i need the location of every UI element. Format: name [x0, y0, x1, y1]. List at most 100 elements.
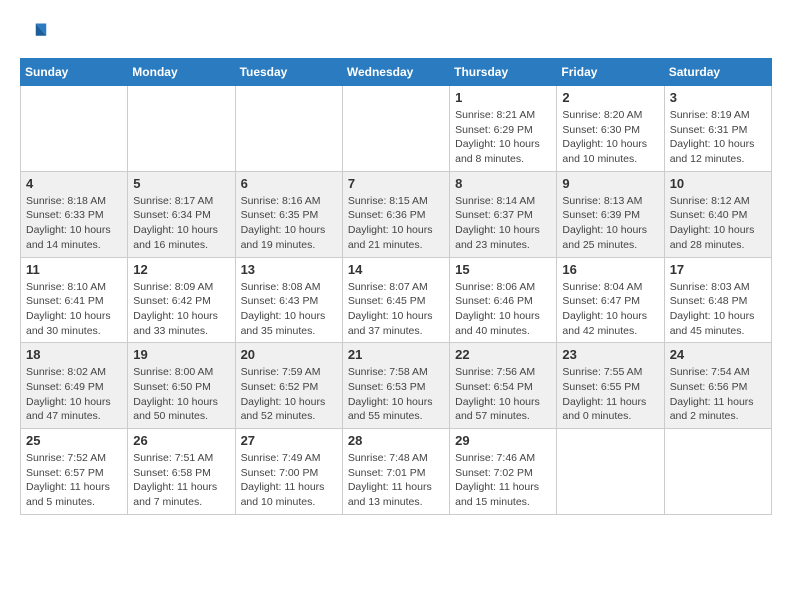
weekday-header-monday: Monday [128, 59, 235, 86]
calendar-cell [128, 86, 235, 172]
day-info: Sunrise: 8:14 AM Sunset: 6:37 PM Dayligh… [455, 194, 551, 253]
calendar-cell: 7 Sunrise: 8:15 AM Sunset: 6:36 PM Daylig… [342, 171, 449, 257]
day-info: Sunrise: 8:07 AM Sunset: 6:45 PM Dayligh… [348, 280, 444, 339]
day-number: 14 [348, 262, 444, 277]
day-number: 8 [455, 176, 551, 191]
day-number: 27 [241, 433, 337, 448]
day-info: Sunrise: 8:13 AM Sunset: 6:39 PM Dayligh… [562, 194, 658, 253]
day-info: Sunrise: 7:48 AM Sunset: 7:01 PM Dayligh… [348, 451, 444, 510]
day-info: Sunrise: 7:46 AM Sunset: 7:02 PM Dayligh… [455, 451, 551, 510]
logo [20, 20, 52, 48]
calendar-table: SundayMondayTuesdayWednesdayThursdayFrid… [20, 58, 772, 515]
day-number: 22 [455, 347, 551, 362]
calendar-cell: 10 Sunrise: 8:12 AM Sunset: 6:40 PM Dayli… [664, 171, 771, 257]
calendar-cell [557, 429, 664, 515]
day-info: Sunrise: 8:20 AM Sunset: 6:30 PM Dayligh… [562, 108, 658, 167]
calendar-cell: 4 Sunrise: 8:18 AM Sunset: 6:33 PM Daylig… [21, 171, 128, 257]
day-number: 19 [133, 347, 229, 362]
day-number: 29 [455, 433, 551, 448]
day-number: 16 [562, 262, 658, 277]
weekday-header-saturday: Saturday [664, 59, 771, 86]
day-info: Sunrise: 7:52 AM Sunset: 6:57 PM Dayligh… [26, 451, 122, 510]
day-info: Sunrise: 8:03 AM Sunset: 6:48 PM Dayligh… [670, 280, 766, 339]
calendar-cell: 12 Sunrise: 8:09 AM Sunset: 6:42 PM Dayli… [128, 257, 235, 343]
day-info: Sunrise: 8:06 AM Sunset: 6:46 PM Dayligh… [455, 280, 551, 339]
day-number: 13 [241, 262, 337, 277]
calendar-cell: 8 Sunrise: 8:14 AM Sunset: 6:37 PM Daylig… [450, 171, 557, 257]
day-number: 26 [133, 433, 229, 448]
day-number: 7 [348, 176, 444, 191]
calendar-cell: 5 Sunrise: 8:17 AM Sunset: 6:34 PM Daylig… [128, 171, 235, 257]
day-info: Sunrise: 8:18 AM Sunset: 6:33 PM Dayligh… [26, 194, 122, 253]
day-number: 6 [241, 176, 337, 191]
calendar-cell: 13 Sunrise: 8:08 AM Sunset: 6:43 PM Dayli… [235, 257, 342, 343]
day-number: 25 [26, 433, 122, 448]
day-info: Sunrise: 8:21 AM Sunset: 6:29 PM Dayligh… [455, 108, 551, 167]
day-info: Sunrise: 7:55 AM Sunset: 6:55 PM Dayligh… [562, 365, 658, 424]
day-info: Sunrise: 7:54 AM Sunset: 6:56 PM Dayligh… [670, 365, 766, 424]
day-info: Sunrise: 7:51 AM Sunset: 6:58 PM Dayligh… [133, 451, 229, 510]
day-number: 15 [455, 262, 551, 277]
calendar-cell [342, 86, 449, 172]
calendar-cell: 18 Sunrise: 8:02 AM Sunset: 6:49 PM Dayli… [21, 343, 128, 429]
calendar-cell: 14 Sunrise: 8:07 AM Sunset: 6:45 PM Dayli… [342, 257, 449, 343]
day-info: Sunrise: 8:15 AM Sunset: 6:36 PM Dayligh… [348, 194, 444, 253]
calendar-cell [235, 86, 342, 172]
day-number: 24 [670, 347, 766, 362]
day-number: 28 [348, 433, 444, 448]
day-info: Sunrise: 8:09 AM Sunset: 6:42 PM Dayligh… [133, 280, 229, 339]
calendar-cell: 16Sunrise: 8:04 AM Sunset: 6:47 PM Dayli… [557, 257, 664, 343]
day-number: 2 [562, 90, 658, 105]
day-number: 12 [133, 262, 229, 277]
calendar-cell: 11Sunrise: 8:10 AM Sunset: 6:41 PM Dayli… [21, 257, 128, 343]
calendar-week-row-5: 25 Sunrise: 7:52 AM Sunset: 6:57 PM Dayli… [21, 429, 772, 515]
calendar-cell [664, 429, 771, 515]
day-info: Sunrise: 7:56 AM Sunset: 6:54 PM Dayligh… [455, 365, 551, 424]
calendar-cell: 25 Sunrise: 7:52 AM Sunset: 6:57 PM Dayli… [21, 429, 128, 515]
day-number: 21 [348, 347, 444, 362]
day-number: 9 [562, 176, 658, 191]
day-info: Sunrise: 8:17 AM Sunset: 6:34 PM Dayligh… [133, 194, 229, 253]
calendar-week-row-4: 18 Sunrise: 8:02 AM Sunset: 6:49 PM Dayli… [21, 343, 772, 429]
calendar-cell: 17 Sunrise: 8:03 AM Sunset: 6:48 PM Dayli… [664, 257, 771, 343]
calendar-cell: 29 Sunrise: 7:46 AM Sunset: 7:02 PM Dayli… [450, 429, 557, 515]
calendar-week-row-1: 1 Sunrise: 8:21 AM Sunset: 6:29 PM Daylig… [21, 86, 772, 172]
day-info: Sunrise: 7:59 AM Sunset: 6:52 PM Dayligh… [241, 365, 337, 424]
weekday-header-thursday: Thursday [450, 59, 557, 86]
day-info: Sunrise: 8:19 AM Sunset: 6:31 PM Dayligh… [670, 108, 766, 167]
day-number: 4 [26, 176, 122, 191]
calendar-cell: 21Sunrise: 7:58 AM Sunset: 6:53 PM Dayli… [342, 343, 449, 429]
calendar-cell: 28 Sunrise: 7:48 AM Sunset: 7:01 PM Dayli… [342, 429, 449, 515]
day-info: Sunrise: 8:08 AM Sunset: 6:43 PM Dayligh… [241, 280, 337, 339]
weekday-header-tuesday: Tuesday [235, 59, 342, 86]
day-number: 1 [455, 90, 551, 105]
calendar-cell: 3 Sunrise: 8:19 AM Sunset: 6:31 PM Daylig… [664, 86, 771, 172]
calendar-cell: 1 Sunrise: 8:21 AM Sunset: 6:29 PM Daylig… [450, 86, 557, 172]
calendar-cell: 15 Sunrise: 8:06 AM Sunset: 6:46 PM Dayli… [450, 257, 557, 343]
day-number: 20 [241, 347, 337, 362]
calendar-cell: 2 Sunrise: 8:20 AM Sunset: 6:30 PM Daylig… [557, 86, 664, 172]
day-number: 10 [670, 176, 766, 191]
day-number: 17 [670, 262, 766, 277]
calendar-cell: 26 Sunrise: 7:51 AM Sunset: 6:58 PM Dayli… [128, 429, 235, 515]
day-info: Sunrise: 8:02 AM Sunset: 6:49 PM Dayligh… [26, 365, 122, 424]
calendar-cell: 24 Sunrise: 7:54 AM Sunset: 6:56 PM Dayli… [664, 343, 771, 429]
day-number: 3 [670, 90, 766, 105]
weekday-header-wednesday: Wednesday [342, 59, 449, 86]
calendar-cell: 9 Sunrise: 8:13 AM Sunset: 6:39 PM Daylig… [557, 171, 664, 257]
calendar-cell: 22 Sunrise: 7:56 AM Sunset: 6:54 PM Dayli… [450, 343, 557, 429]
calendar-week-row-2: 4 Sunrise: 8:18 AM Sunset: 6:33 PM Daylig… [21, 171, 772, 257]
weekday-header-sunday: Sunday [21, 59, 128, 86]
day-number: 23 [562, 347, 658, 362]
day-number: 11 [26, 262, 122, 277]
weekday-header-row: SundayMondayTuesdayWednesdayThursdayFrid… [21, 59, 772, 86]
calendar-cell: 19 Sunrise: 8:00 AM Sunset: 6:50 PM Dayli… [128, 343, 235, 429]
day-number: 18 [26, 347, 122, 362]
logo-icon [20, 20, 48, 48]
calendar-week-row-3: 11Sunrise: 8:10 AM Sunset: 6:41 PM Dayli… [21, 257, 772, 343]
day-number: 5 [133, 176, 229, 191]
calendar-cell [21, 86, 128, 172]
day-info: Sunrise: 8:12 AM Sunset: 6:40 PM Dayligh… [670, 194, 766, 253]
page-header [20, 20, 772, 48]
day-info: Sunrise: 8:00 AM Sunset: 6:50 PM Dayligh… [133, 365, 229, 424]
